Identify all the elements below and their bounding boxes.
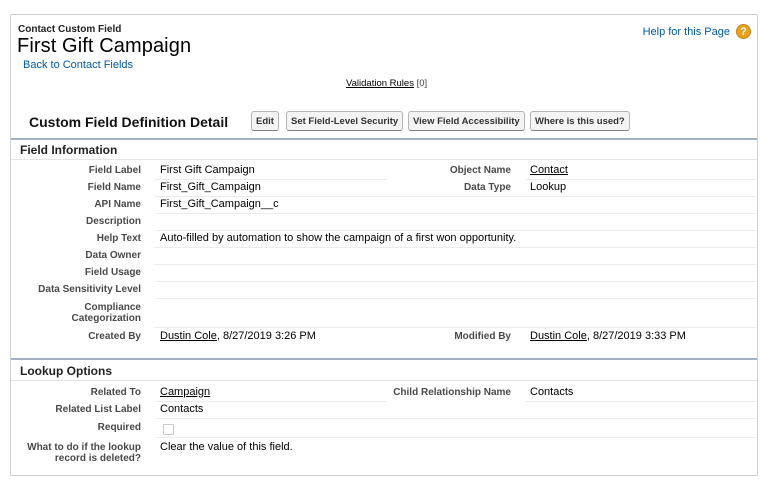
data-type-value: Lookup xyxy=(530,181,567,193)
related-list-label-label: Related List Label xyxy=(55,404,141,415)
related-to-label: Related To xyxy=(90,387,141,398)
field-name-value: First_Gift_Campaign xyxy=(160,181,261,193)
row-divider xyxy=(155,230,756,231)
object-name-label: Object Name xyxy=(449,165,511,176)
campaign-link[interactable]: Campaign xyxy=(160,386,210,398)
field-label-value: First Gift Campaign xyxy=(160,164,255,176)
row-divider xyxy=(155,196,756,197)
row-divider xyxy=(526,179,756,180)
modified-by-user-link[interactable]: Dustin Cole xyxy=(530,330,587,342)
row-divider xyxy=(155,264,756,265)
row-divider xyxy=(155,281,756,282)
on-delete-label: What to do if the lookup record is delet… xyxy=(20,442,141,464)
lookup-options-heading: Lookup Options xyxy=(20,364,112,378)
on-delete-label-line-2: record is deleted? xyxy=(54,453,141,464)
field-label-label: Field Label xyxy=(88,165,141,176)
modified-by-value: Dustin Cole, 8/27/2019 3:33 PM xyxy=(530,330,686,342)
page-title: First Gift Campaign xyxy=(17,35,192,57)
related-to-value: Campaign xyxy=(160,386,210,398)
set-field-level-security-button[interactable]: Set Field-Level Security xyxy=(286,111,404,131)
field-usage-label: Field Usage xyxy=(84,267,141,278)
row-divider xyxy=(155,327,756,328)
field-info-heading: Field Information xyxy=(20,143,118,157)
field-info-divider xyxy=(11,138,757,140)
row-divider xyxy=(155,247,756,248)
where-is-this-used-button[interactable]: Where is this used? xyxy=(530,111,630,131)
row-divider xyxy=(155,298,756,299)
field-info-heading-rule xyxy=(11,159,757,160)
lookup-heading-rule xyxy=(11,380,757,381)
row-divider xyxy=(155,437,756,438)
description-label: Description xyxy=(85,216,141,227)
edit-button[interactable]: Edit xyxy=(251,111,279,131)
created-by-date: , 8/27/2019 3:26 PM xyxy=(216,330,316,342)
help-text-label: Help Text xyxy=(96,233,141,244)
contact-object-link[interactable]: Contact xyxy=(530,164,568,176)
help-text-value: Auto-filled by automation to show the ca… xyxy=(160,232,517,244)
row-divider xyxy=(155,401,387,402)
question-icon[interactable]: ? xyxy=(736,24,751,39)
object-type-label: Contact Custom Field xyxy=(18,24,122,35)
created-by-label: Created By xyxy=(88,331,141,342)
lookup-options-divider xyxy=(11,358,757,360)
validation-rules: Validation Rules [0] xyxy=(346,78,427,89)
row-divider xyxy=(155,179,387,180)
api-name-value: First_Gift_Campaign__c xyxy=(160,198,279,210)
view-field-accessibility-button[interactable]: View Field Accessibility xyxy=(408,111,525,131)
related-list-label-value: Contacts xyxy=(160,403,204,415)
help-for-page[interactable]: Help for this Page ? xyxy=(643,24,751,39)
validation-rules-link[interactable]: Validation Rules xyxy=(346,78,414,89)
compliance-label: Compliance Categorization xyxy=(20,302,141,324)
back-to-contact-fields-link[interactable]: Back to Contact Fields xyxy=(23,59,133,71)
validation-rules-count: [0] xyxy=(416,78,428,89)
child-relationship-label: Child Relationship Name xyxy=(393,387,511,398)
child-relationship-value: Contacts xyxy=(530,386,574,398)
on-delete-label-line-1: What to do if the lookup xyxy=(27,442,141,453)
row-divider xyxy=(155,213,756,214)
object-name-value: Contact xyxy=(530,164,568,176)
modified-by-date: , 8/27/2019 3:33 PM xyxy=(586,330,686,342)
help-link-text[interactable]: Help for this Page xyxy=(643,26,730,38)
data-type-label: Data Type xyxy=(463,182,511,193)
data-owner-label: Data Owner xyxy=(85,250,141,261)
required-label: Required xyxy=(97,422,141,433)
row-divider xyxy=(526,401,756,402)
required-checkbox xyxy=(163,424,174,435)
compliance-label-line-1: Compliance xyxy=(84,302,141,313)
api-name-label: API Name xyxy=(94,199,141,210)
compliance-label-line-2: Categorization xyxy=(71,313,141,324)
created-by-value: Dustin Cole, 8/27/2019 3:26 PM xyxy=(160,330,316,342)
created-by-user-link[interactable]: Dustin Cole xyxy=(160,330,217,342)
detail-section-title: Custom Field Definition Detail xyxy=(29,114,229,130)
on-delete-value: Clear the value of this field. xyxy=(160,441,293,453)
field-name-label: Field Name xyxy=(87,182,141,193)
row-divider xyxy=(155,418,756,419)
data-sensitivity-label: Data Sensitivity Level xyxy=(38,284,141,295)
modified-by-label: Modified By xyxy=(454,331,511,342)
